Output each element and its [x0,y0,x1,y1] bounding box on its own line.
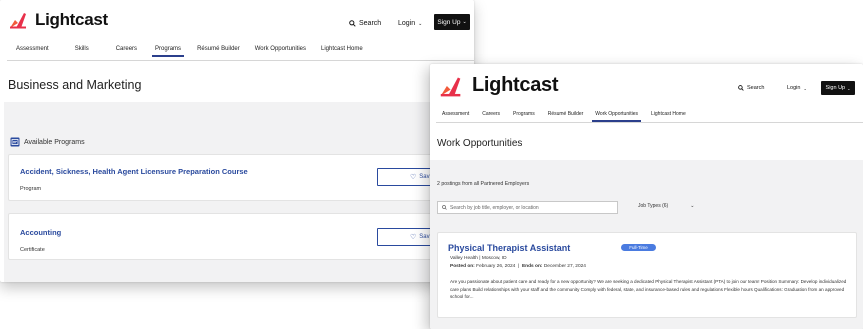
stage: Lightcast Search Login ⌄ Sign Up ⌄ Asses… [0,0,863,329]
program-card[interactable]: Accounting Certificate ♡ Sav [8,213,474,260]
save-label: Sav [419,234,430,240]
program-title[interactable]: Accounting [20,228,61,237]
date-separator: | [516,264,521,269]
login-button[interactable]: Login ⌄ [398,20,422,27]
job-type-badge: Full-Time [621,244,656,251]
signup-label: Sign Up [825,85,846,91]
nav-careers[interactable]: Careers [116,46,137,52]
nav-divider [7,60,474,61]
page-title: Business and Marketing [8,78,142,92]
heart-icon: ♡ [410,173,417,181]
job-description: Are you passionate about patient care an… [450,279,847,299]
nav-divider [436,122,863,123]
login-button[interactable]: Login ⌄ [787,85,807,91]
nav-programs[interactable]: Programs [513,111,535,117]
ends-date: December 27, 2024 [543,264,586,269]
work-opportunities-window: Lightcast Search Login ⌄ Sign Up ⌄ Asses… [430,64,863,329]
available-programs-heading: Available Programs [10,137,85,147]
nav-work-opportunities[interactable]: Work Opportunities [592,111,641,122]
search-label: Search [747,85,765,91]
signup-button[interactable]: Sign Up ⌄ [434,14,470,30]
employer-location: Valley Health | Moscow, ID [450,256,507,261]
login-label: Login [787,85,801,91]
program-type: Certificate [20,247,45,253]
search-icon [442,205,447,210]
nav-programs[interactable]: Programs [152,46,185,57]
program-title[interactable]: Accident, Sickness, Health Agent Licensu… [20,167,248,176]
signup-button[interactable]: Sign Up ⌄ [821,81,855,95]
job-search-placeholder: Search by job title, employer, or locati… [450,204,539,211]
search-button[interactable]: Search [349,20,381,27]
lightcast-logo-icon [10,13,26,29]
postings-count: 2 postings from all Partnered Employers [437,181,530,187]
available-programs-label: Available Programs [24,138,85,146]
posted-label: Posted on: [450,264,475,269]
main-nav: Assessment Skills Careers Programs Résum… [16,46,363,57]
nav-resume-builder[interactable]: Résumé Builder [197,46,240,52]
nav-resume-builder[interactable]: Résumé Builder [548,111,584,117]
main-nav: Assessment Careers Programs Résumé Build… [442,111,686,122]
nav-skills[interactable]: Skills [75,46,89,52]
job-posting-card[interactable]: Physical Therapist Assistant Full-Time V… [437,232,857,318]
logo-text: Lightcast [472,74,559,96]
chevron-down-icon: ⌄ [803,85,807,91]
nav-assessment[interactable]: Assessment [442,111,469,117]
login-label: Login [398,20,416,27]
job-title[interactable]: Physical Therapist Assistant [448,243,570,253]
chevron-down-icon: ⌄ [690,203,695,209]
nav-lightcast-home[interactable]: Lightcast Home [651,111,686,117]
nav-work-opportunities[interactable]: Work Opportunities [255,46,306,52]
search-button[interactable]: Search [738,85,764,91]
nav-lightcast-home[interactable]: Lightcast Home [321,46,363,52]
chevron-down-icon: ⌄ [462,19,467,25]
posted-date: February 26, 2024 [476,264,516,269]
programs-icon [10,137,20,147]
page-title: Work Opportunities [437,138,523,149]
lightcast-logo[interactable]: Lightcast [438,74,559,97]
lightcast-logo[interactable]: Lightcast [8,10,108,30]
job-types-select[interactable]: Job Types (6) ⌄ [638,203,694,209]
logo-text: Lightcast [35,10,108,29]
program-card[interactable]: Accident, Sickness, Health Agent Licensu… [8,154,474,201]
save-label: Sav [419,174,430,180]
nav-careers[interactable]: Careers [482,111,500,117]
job-types-label: Job Types (6) [638,203,669,209]
signup-label: Sign Up [437,18,461,26]
job-search-input[interactable]: Search by job title, employer, or locati… [437,201,618,214]
search-icon [738,85,744,91]
chevron-down-icon: ⌄ [847,85,851,91]
program-type: Program [20,186,42,192]
nav-assessment[interactable]: Assessment [16,46,49,52]
heart-icon: ♡ [410,233,417,241]
search-icon [349,20,356,27]
search-label: Search [359,20,382,27]
programs-window: Lightcast Search Login ⌄ Sign Up ⌄ Asses… [0,0,474,282]
ends-label: Ends on: [521,264,543,269]
chevron-down-icon: ⌄ [418,20,423,27]
posting-dates: Posted on: February 26, 2024 | Ends on: … [450,264,586,269]
lightcast-logo-icon [440,76,461,96]
